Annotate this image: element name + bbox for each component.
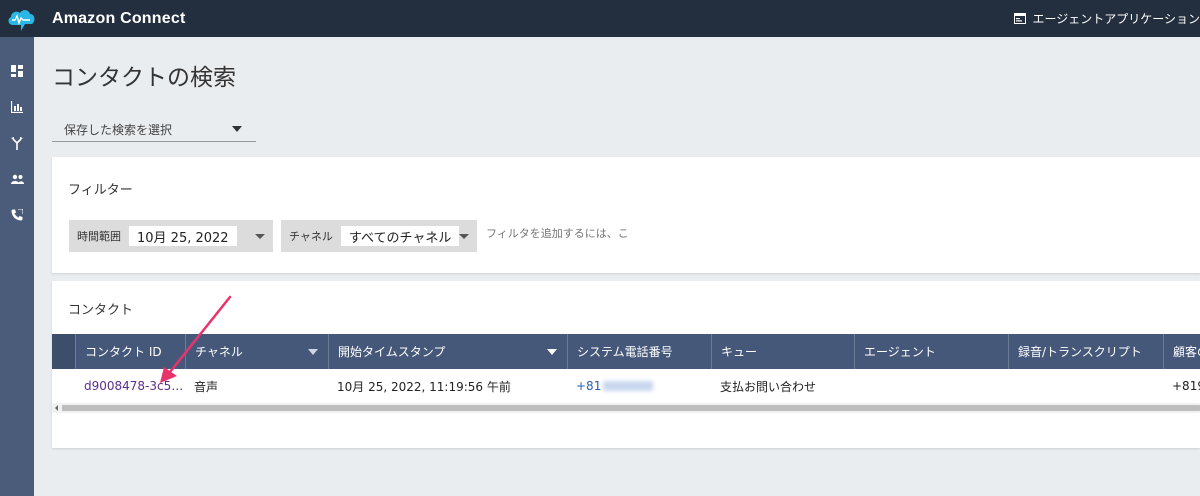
users-icon[interactable] (9, 171, 25, 187)
cell-queue: 支払お問い合わせ (720, 379, 817, 394)
app-title: Amazon Connect (52, 9, 186, 27)
column-header-agent[interactable]: エージェント (854, 334, 1008, 369)
window-icon (1014, 13, 1027, 24)
contacts-title: コンタクト (68, 303, 134, 318)
channel-label: チャネル (289, 230, 333, 243)
column-header-channel[interactable]: チャネル (185, 334, 328, 369)
column-header-customer[interactable]: 顧客の (1163, 334, 1200, 369)
cell-system-phone[interactable]: +81 (567, 369, 711, 403)
chevron-down-icon[interactable] (459, 234, 469, 239)
redacted-phone (603, 381, 654, 391)
add-filter-input[interactable] (486, 228, 636, 240)
filter-panel: フィルター 時間範囲 10月 25, 2022 チャネル すべてのチャネル (52, 157, 1200, 273)
table-row: d9008478-3c5… 音声 10月 25, 2022, 11:19:56 … (52, 369, 1200, 403)
saved-search-placeholder: 保存した検索を選択 (64, 123, 173, 137)
channel-value[interactable]: すべてのチャネル (340, 226, 460, 246)
page-title: コンタクトの検索 (52, 65, 236, 91)
select-column-header[interactable] (52, 334, 75, 369)
agent-application-link[interactable]: エージェントアプリケーション (1014, 0, 1200, 37)
phone-icon[interactable] (9, 207, 25, 223)
top-nav-bar: Amazon Connect エージェントアプリケーション (0, 0, 1200, 37)
chevron-down-icon[interactable] (255, 234, 265, 239)
bar-chart-icon[interactable] (9, 99, 25, 115)
cell-start-timestamp: 10月 25, 2022, 11:19:56 午前 (337, 379, 511, 394)
column-header-queue[interactable]: キュー (711, 334, 854, 369)
dashboard-icon[interactable] (9, 63, 25, 79)
cell-recording (1008, 369, 1163, 403)
time-range-value[interactable]: 10月 25, 2022 (129, 226, 237, 246)
system-phone-prefix: +81 (576, 379, 602, 393)
saved-search-select[interactable]: 保存した検索を選択 (52, 118, 256, 142)
scroll-left-icon[interactable] (55, 405, 58, 411)
sort-icon[interactable] (308, 349, 318, 355)
cell-channel: 音声 (194, 379, 219, 394)
column-header-contact-id[interactable]: コンタクト ID (75, 334, 185, 369)
chevron-down-icon (232, 126, 242, 132)
cell-agent (854, 369, 1008, 403)
filter-title: フィルター (68, 183, 133, 198)
horizontal-scrollbar[interactable] (52, 403, 1200, 413)
channel-filter[interactable]: チャネル すべてのチャネル (281, 220, 477, 252)
sidebar (0, 37, 34, 496)
agent-application-label: エージェントアプリケーション (1032, 12, 1200, 26)
scrollbar-thumb[interactable] (62, 405, 1200, 411)
cloud-logo-icon[interactable] (4, 4, 38, 34)
column-header-system-phone[interactable]: システム電話番号 (567, 334, 711, 369)
contacts-panel: コンタクト コンタクト ID チャネル 開始タイムスタンプ システム電話番号 キ… (52, 281, 1200, 448)
time-range-filter[interactable]: 時間範囲 10月 25, 2022 (69, 220, 273, 252)
contacts-table: コンタクト ID チャネル 開始タイムスタンプ システム電話番号 キュー エージ… (52, 334, 1200, 413)
column-header-start-timestamp[interactable]: 開始タイムスタンプ (328, 334, 567, 369)
cell-customer-phone: +819 (1172, 379, 1200, 393)
column-header-recording[interactable]: 録音/トランスクリプト (1008, 334, 1163, 369)
contact-id-link[interactable]: d9008478-3c5… (75, 369, 185, 403)
sort-icon[interactable] (547, 349, 557, 355)
table-header: コンタクト ID チャネル 開始タイムスタンプ システム電話番号 キュー エージ… (52, 334, 1200, 369)
time-range-label: 時間範囲 (77, 230, 121, 243)
routing-icon[interactable] (9, 135, 25, 151)
